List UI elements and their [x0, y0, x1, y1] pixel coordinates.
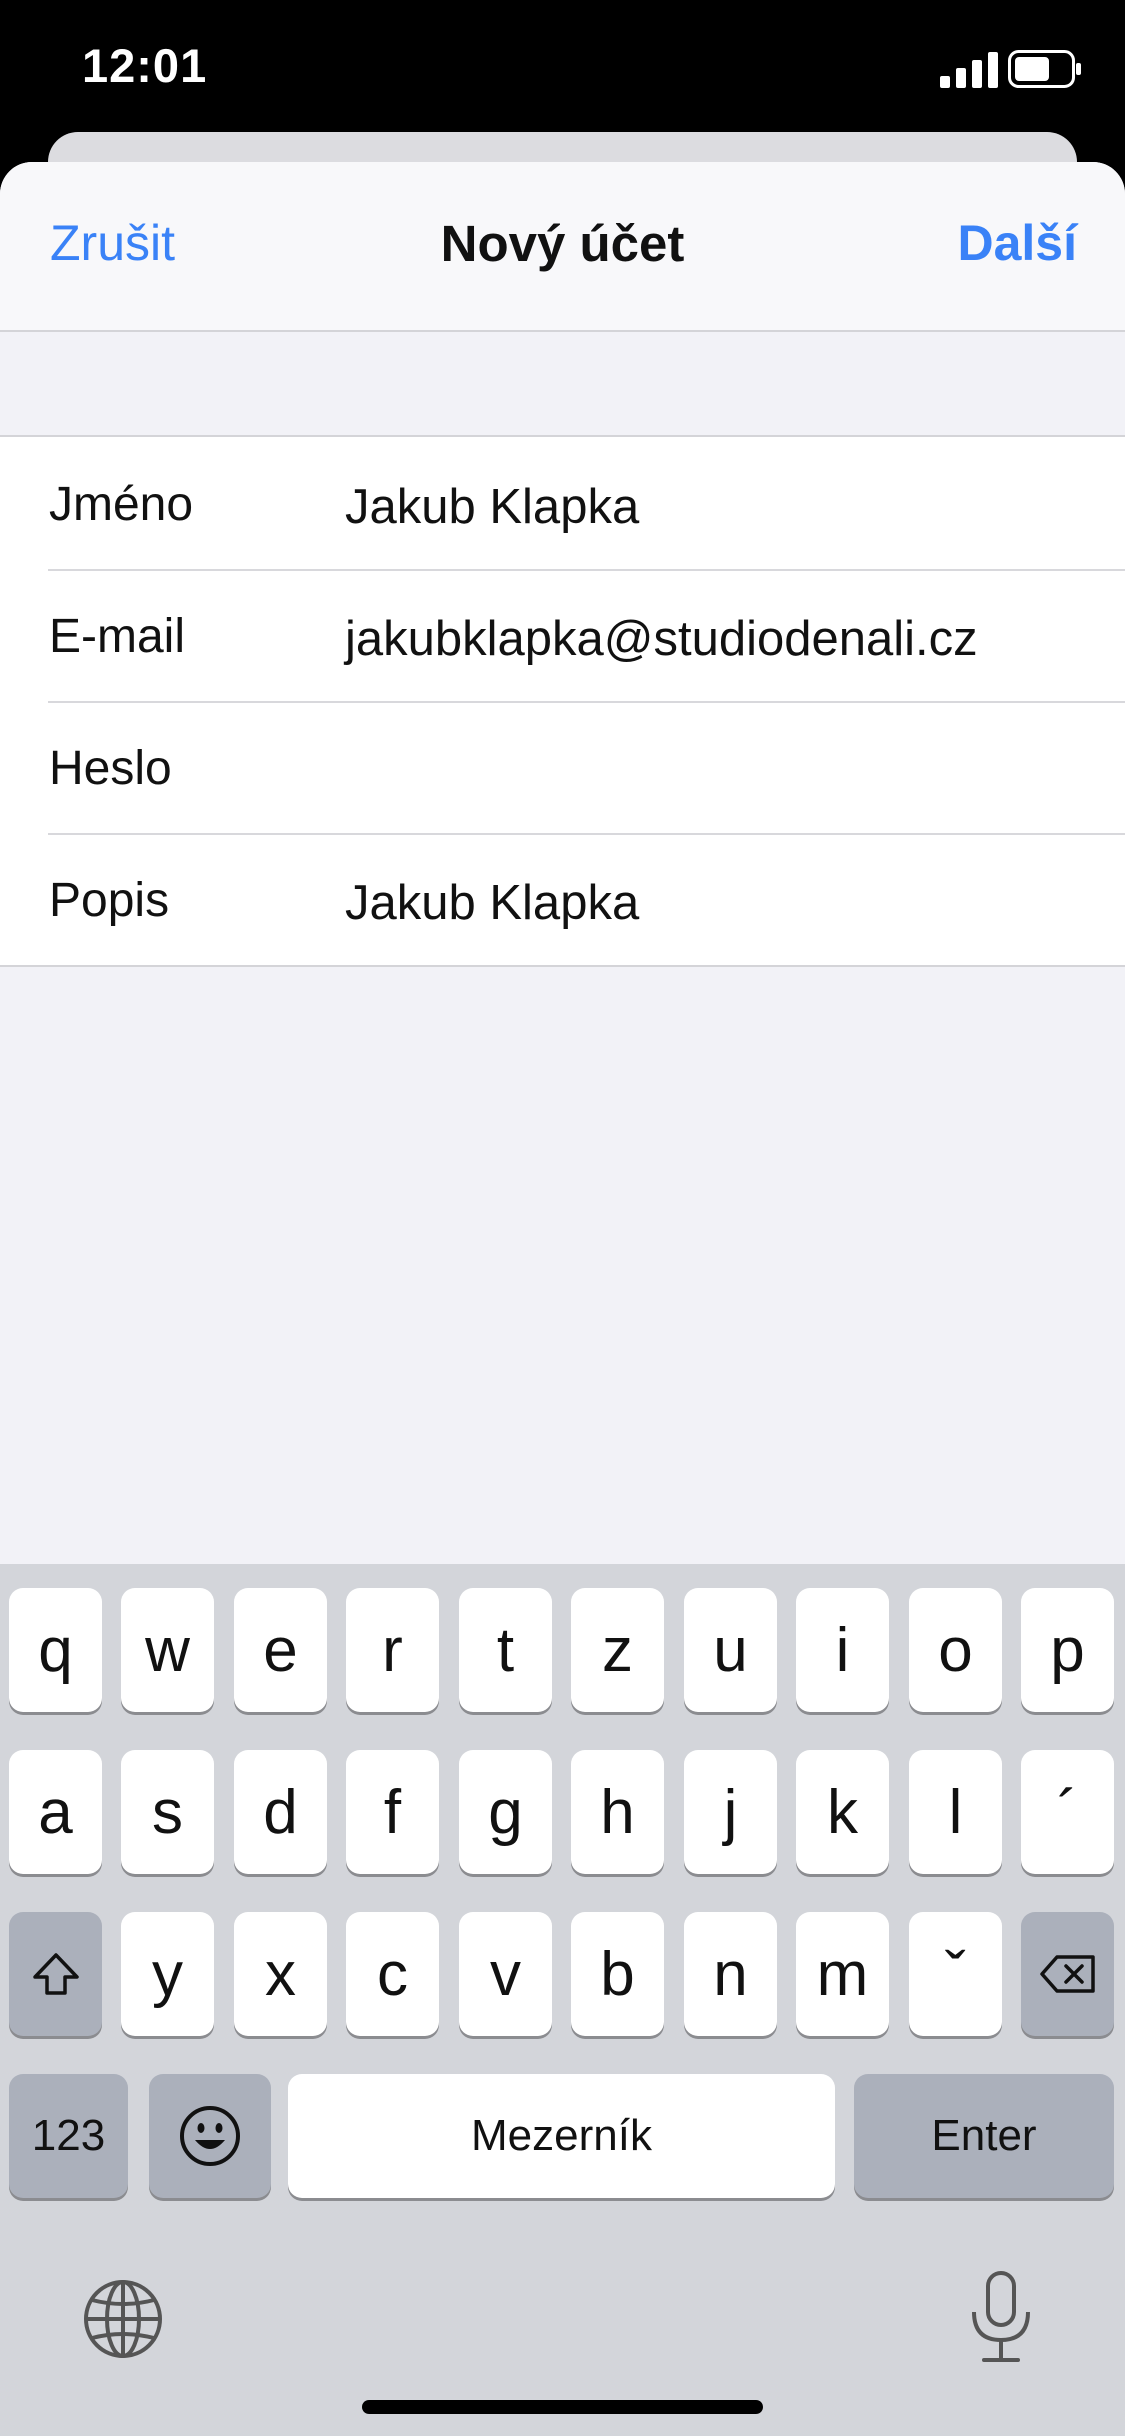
globe-icon[interactable] — [82, 2278, 164, 2360]
next-button[interactable]: Další — [957, 214, 1077, 272]
key-y[interactable]: y — [121, 1912, 214, 2036]
key-q[interactable]: q — [9, 1588, 102, 1712]
key-n[interactable]: n — [684, 1912, 777, 2036]
key-k[interactable]: k — [796, 1750, 889, 1874]
description-field[interactable]: Jakub Klapka — [345, 875, 639, 931]
key-e[interactable]: e — [234, 1588, 327, 1712]
enter-key-label: Enter — [931, 2111, 1037, 2160]
delete-key[interactable] — [1021, 1912, 1114, 2036]
email-label: E-mail — [49, 610, 186, 663]
form-row-password[interactable]: Heslo — [0, 701, 1125, 833]
account-form: Jméno Jakub Klapka E-mail jakubklapka@st… — [0, 435, 1125, 967]
keyboard: q w e r t z u i o p a s d f g h j k l ´ … — [0, 1564, 1125, 2436]
key-o[interactable]: o — [909, 1588, 1002, 1712]
key-a[interactable]: a — [9, 1750, 102, 1874]
key-r[interactable]: r — [346, 1588, 439, 1712]
key-h[interactable]: h — [571, 1750, 664, 1874]
enter-key[interactable]: Enter — [854, 2074, 1114, 2198]
key-f[interactable]: f — [346, 1750, 439, 1874]
delete-icon — [1039, 1955, 1095, 1993]
status-bar: 12:01 — [0, 0, 1125, 140]
status-time: 12:01 — [82, 39, 208, 92]
key-u[interactable]: u — [684, 1588, 777, 1712]
emoji-icon — [180, 2106, 240, 2166]
email-field[interactable]: jakubklapka@studiodenali.cz — [345, 611, 978, 667]
form-row-description[interactable]: Popis Jakub Klapka — [0, 833, 1125, 965]
form-row-email[interactable]: E-mail jakubklapka@studiodenali.cz — [0, 569, 1125, 701]
key-i[interactable]: i — [796, 1588, 889, 1712]
key-v[interactable]: v — [459, 1912, 552, 2036]
key-z[interactable]: z — [571, 1588, 664, 1712]
key-c[interactable]: c — [346, 1912, 439, 2036]
key-d[interactable]: d — [234, 1750, 327, 1874]
name-field[interactable]: Jakub Klapka — [345, 479, 639, 535]
key-t[interactable]: t — [459, 1588, 552, 1712]
numbers-key[interactable]: 123 — [9, 2074, 128, 2198]
navigation-bar: Zrušit Nový účet Další — [0, 162, 1125, 332]
page-title: Nový účet — [440, 215, 685, 272]
form-row-name[interactable]: Jméno Jakub Klapka — [0, 437, 1125, 569]
cellular-signal-icon — [940, 52, 998, 88]
key-b[interactable]: b — [571, 1912, 664, 2036]
home-indicator[interactable] — [362, 2400, 763, 2414]
shift-icon — [32, 1953, 79, 1995]
password-label: Heslo — [49, 742, 172, 795]
key-x[interactable]: x — [234, 1912, 327, 2036]
key-j[interactable]: j — [684, 1750, 777, 1874]
key-caron[interactable]: ˇ — [909, 1912, 1002, 2036]
key-m[interactable]: m — [796, 1912, 889, 2036]
key-s[interactable]: s — [121, 1750, 214, 1874]
space-key-label: Mezerník — [471, 2111, 652, 2160]
key-w[interactable]: w — [121, 1588, 214, 1712]
shift-key[interactable] — [9, 1912, 102, 2036]
emoji-key[interactable] — [149, 2074, 271, 2198]
microphone-icon[interactable] — [966, 2270, 1036, 2366]
key-g[interactable]: g — [459, 1750, 552, 1874]
space-key[interactable]: Mezerník — [288, 2074, 835, 2198]
key-p[interactable]: p — [1021, 1588, 1114, 1712]
key-l[interactable]: l — [909, 1750, 1002, 1874]
name-label: Jméno — [49, 478, 194, 531]
description-label: Popis — [49, 874, 170, 927]
battery-icon — [1008, 50, 1081, 88]
key-acute-accent[interactable]: ´ — [1021, 1750, 1114, 1874]
numbers-key-label: 123 — [31, 2111, 106, 2160]
